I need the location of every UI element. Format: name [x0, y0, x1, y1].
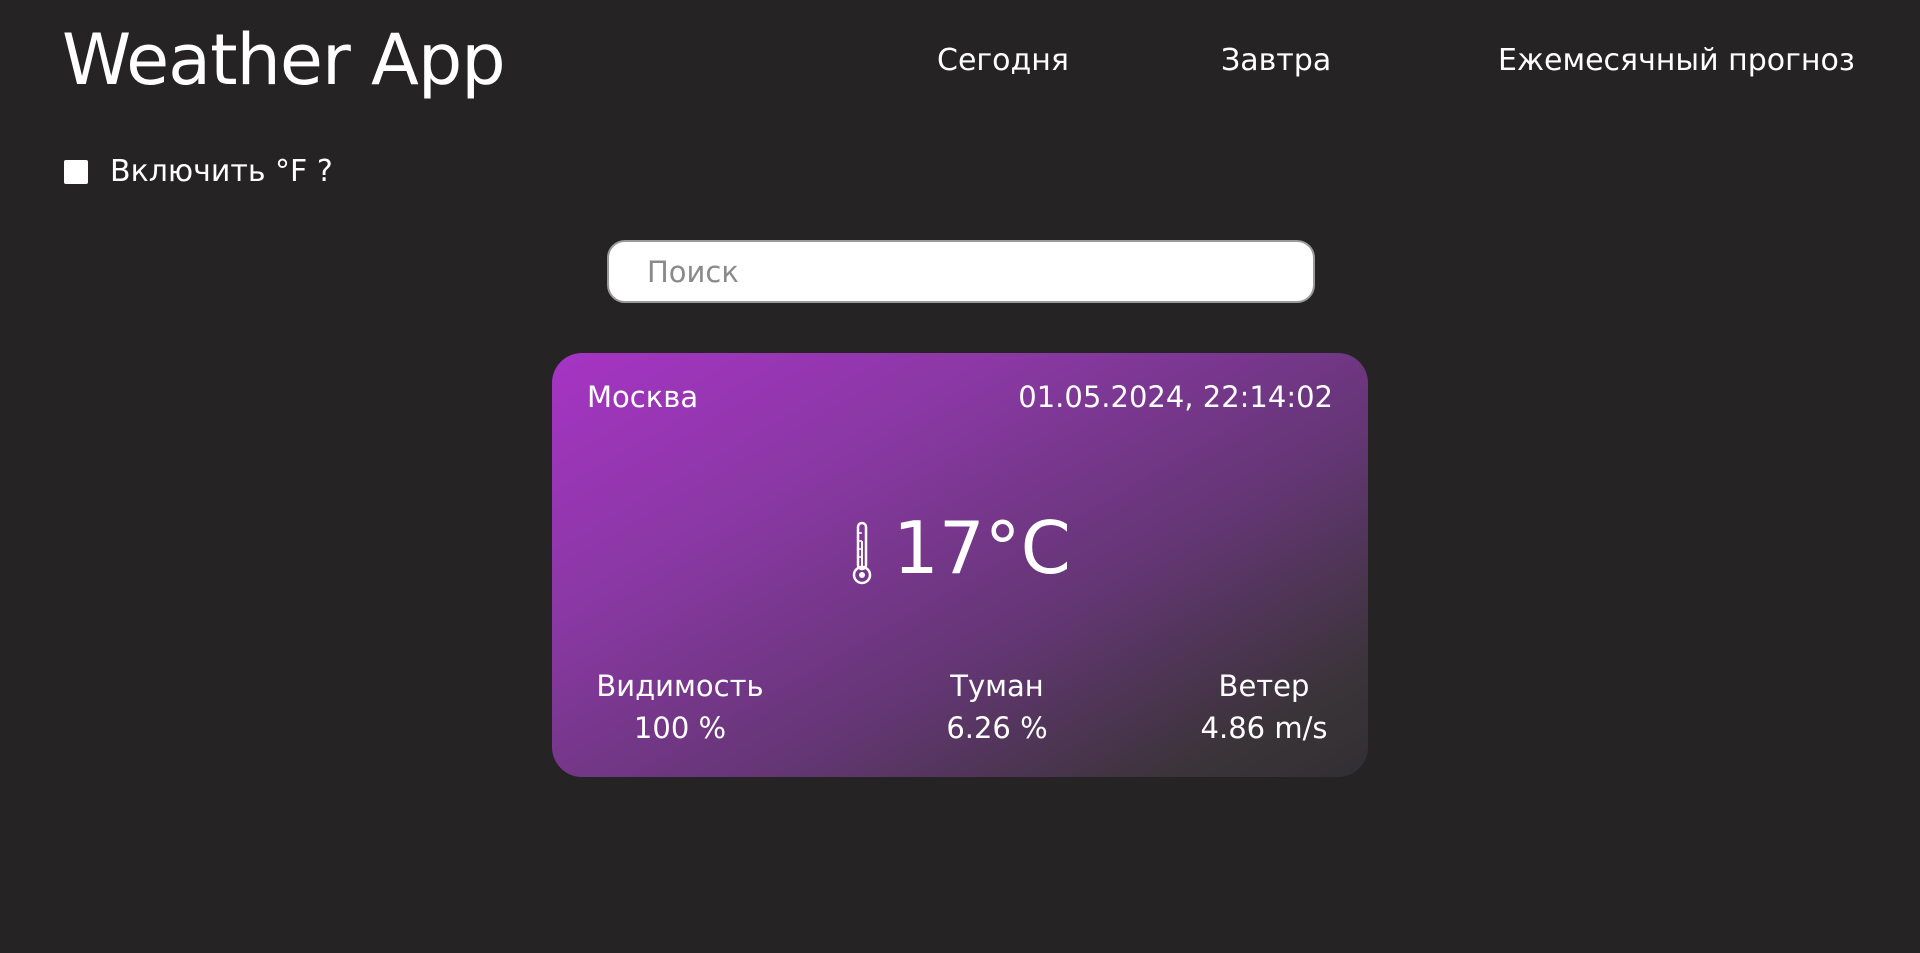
fahrenheit-toggle-label: Включить °F ?: [110, 154, 333, 189]
header: Weather App Сегодня Завтра Ежемесячный п…: [0, 0, 1920, 120]
weather-card: Москва 01.05.2024, 22:14:02 17°C Видимос…: [552, 353, 1368, 777]
nav-today[interactable]: Сегодня: [937, 42, 1069, 80]
city-name: Москва: [587, 380, 699, 414]
app-title: Weather App: [62, 19, 506, 101]
stat-wind: Ветер 4.86 m/s: [1194, 665, 1334, 749]
stat-fog: Туман 6.26 %: [932, 665, 1062, 749]
fog-value: 6.26 %: [946, 711, 1048, 745]
wind-value: 4.86 m/s: [1200, 711, 1328, 745]
nav-tomorrow[interactable]: Завтра: [1221, 42, 1331, 80]
nav-monthly-forecast[interactable]: Ежемесячный прогноз: [1498, 42, 1855, 80]
search-input[interactable]: [607, 240, 1315, 303]
thermometer-icon: [852, 521, 872, 585]
stat-visibility: Видимость 100 %: [586, 665, 774, 749]
date-time: 01.05.2024, 22:14:02: [1018, 380, 1333, 414]
wind-label: Ветер: [1218, 669, 1310, 703]
fog-label: Туман: [950, 669, 1044, 703]
fahrenheit-toggle[interactable]: Включить °F ?: [64, 152, 333, 192]
temperature-row: 17°C: [552, 493, 1368, 603]
visibility-value: 100 %: [633, 711, 727, 745]
temperature-value: 17°C: [893, 506, 1071, 590]
visibility-label: Видимость: [596, 669, 764, 703]
fahrenheit-checkbox[interactable]: [64, 160, 88, 184]
